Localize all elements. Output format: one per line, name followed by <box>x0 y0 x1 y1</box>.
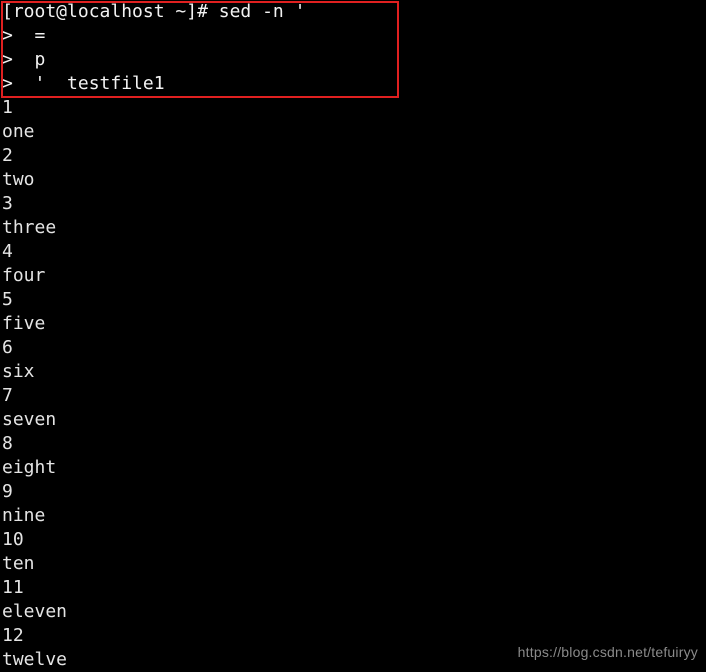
terminal-command-line-continuation-3: > ' testfile1 <box>2 73 165 94</box>
terminal-output-line: two <box>2 169 35 190</box>
terminal-output-line: five <box>2 313 46 334</box>
terminal-output-line: nine <box>2 505 46 526</box>
terminal-output-line: 5 <box>2 289 13 310</box>
terminal-output-line: 6 <box>2 337 13 358</box>
terminal-output-line: three <box>2 217 57 238</box>
terminal-output-line: seven <box>2 409 57 430</box>
terminal-window[interactable]: [root@localhost ~]# sed -n ' > = > p > '… <box>0 0 706 672</box>
watermark-url: https://blog.csdn.net/tefuiryy <box>517 644 698 660</box>
terminal-output-line: 2 <box>2 145 13 166</box>
terminal-output-line: 4 <box>2 241 13 262</box>
terminal-output-line: 10 <box>2 529 24 550</box>
terminal-output-line: 8 <box>2 433 13 454</box>
terminal-output-line: eight <box>2 457 57 478</box>
terminal-output-line: one <box>2 121 35 142</box>
terminal-output-line: 1 <box>2 97 13 118</box>
terminal-command-line-continuation-1: > = <box>2 25 46 46</box>
terminal-output-line: ten <box>2 553 35 574</box>
terminal-output-area[interactable]: [root@localhost ~]# sed -n ' > = > p > '… <box>0 0 706 672</box>
terminal-output-line: 3 <box>2 193 13 214</box>
terminal-output-line: 9 <box>2 481 13 502</box>
terminal-output-line: four <box>2 265 46 286</box>
terminal-output-line: eleven <box>2 601 68 622</box>
terminal-output-line: 7 <box>2 385 13 406</box>
terminal-command-line-prompt: [root@localhost ~]# sed -n ' <box>2 1 306 22</box>
terminal-command-line-continuation-2: > p <box>2 49 46 70</box>
terminal-output-line: six <box>2 361 35 382</box>
terminal-output-line: 11 <box>2 577 24 598</box>
